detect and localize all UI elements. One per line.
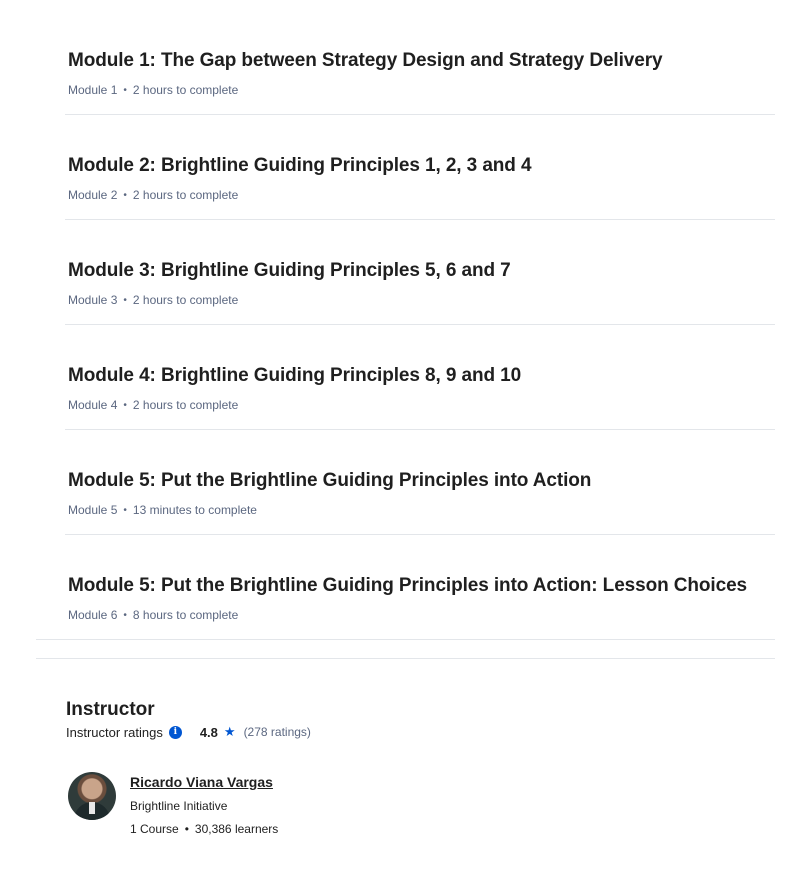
module-item[interactable]: Module 5: Put the Brightline Guiding Pri… xyxy=(36,535,775,640)
module-duration: 2 hours to complete xyxy=(132,188,239,202)
meta-separator: • xyxy=(123,295,127,306)
meta-separator: • xyxy=(123,505,127,516)
module-number: Module 6 xyxy=(68,608,118,622)
module-duration: 2 hours to complete xyxy=(132,293,239,307)
instructor-heading: Instructor xyxy=(66,699,155,720)
module-number: Module 5 xyxy=(68,503,118,517)
star-icon: ★ xyxy=(223,724,236,739)
module-duration: 8 hours to complete xyxy=(132,608,239,622)
module-item[interactable]: Module 1: The Gap between Strategy Desig… xyxy=(65,10,775,115)
course-count: 1 Course xyxy=(130,822,179,836)
meta-separator: • xyxy=(123,400,127,411)
module-item[interactable]: Module 2: Brightline Guiding Principles … xyxy=(65,115,775,220)
module-meta: Module 3 • 2 hours to complete xyxy=(68,293,238,307)
module-title[interactable]: Module 5: Put the Brightline Guiding Pri… xyxy=(68,575,747,597)
module-title[interactable]: Module 5: Put the Brightline Guiding Pri… xyxy=(68,470,591,492)
module-title[interactable]: Module 4: Brightline Guiding Principles … xyxy=(68,365,521,387)
module-item[interactable]: Module 3: Brightline Guiding Principles … xyxy=(65,220,775,325)
ratings-label: Instructor ratings xyxy=(66,724,163,740)
meta-separator: • xyxy=(123,190,127,201)
learner-count: 30,386 learners xyxy=(194,822,279,836)
module-title[interactable]: Module 1: The Gap between Strategy Desig… xyxy=(68,50,663,72)
rating-count: (278 ratings) xyxy=(243,725,311,739)
module-number: Module 3 xyxy=(68,293,118,307)
meta-separator: • xyxy=(123,610,127,621)
avatar-collar xyxy=(89,802,95,814)
instructor-card: Ricardo Viana Vargas Brightline Initiati… xyxy=(66,772,466,842)
instructor-organization: Brightline Initiative xyxy=(130,799,228,813)
instructor-avatar[interactable] xyxy=(68,772,116,820)
section-divider xyxy=(36,658,775,659)
module-item[interactable]: Module 4: Brightline Guiding Principles … xyxy=(65,325,775,430)
stats-separator: • xyxy=(184,822,189,836)
module-duration: 13 minutes to complete xyxy=(132,503,257,517)
instructor-stats: 1 Course • 30,386 learners xyxy=(130,822,278,836)
module-meta: Module 6 • 8 hours to complete xyxy=(68,608,238,622)
module-meta: Module 4 • 2 hours to complete xyxy=(68,398,238,412)
module-duration: 2 hours to complete xyxy=(132,398,239,412)
module-meta: Module 5 • 13 minutes to complete xyxy=(68,503,257,517)
module-meta: Module 1 • 2 hours to complete xyxy=(68,83,238,97)
module-title[interactable]: Module 3: Brightline Guiding Principles … xyxy=(68,260,511,282)
instructor-section: Instructor Instructor ratings i 4.8 ★ (2… xyxy=(66,698,766,836)
module-meta: Module 2 • 2 hours to complete xyxy=(68,188,238,202)
instructor-ratings: Instructor ratings i 4.8 ★ (278 ratings) xyxy=(66,724,766,740)
module-title[interactable]: Module 2: Brightline Guiding Principles … xyxy=(68,155,532,177)
module-item[interactable]: Module 5: Put the Brightline Guiding Pri… xyxy=(65,430,775,535)
info-icon[interactable]: i xyxy=(168,725,182,739)
module-number: Module 2 xyxy=(68,188,118,202)
meta-separator: • xyxy=(123,85,127,96)
module-number: Module 1 xyxy=(68,83,118,97)
instructor-name-link[interactable]: Ricardo Viana Vargas xyxy=(130,774,273,790)
module-duration: 2 hours to complete xyxy=(132,83,239,97)
module-number: Module 4 xyxy=(68,398,118,412)
rating-value: 4.8 xyxy=(199,724,218,740)
